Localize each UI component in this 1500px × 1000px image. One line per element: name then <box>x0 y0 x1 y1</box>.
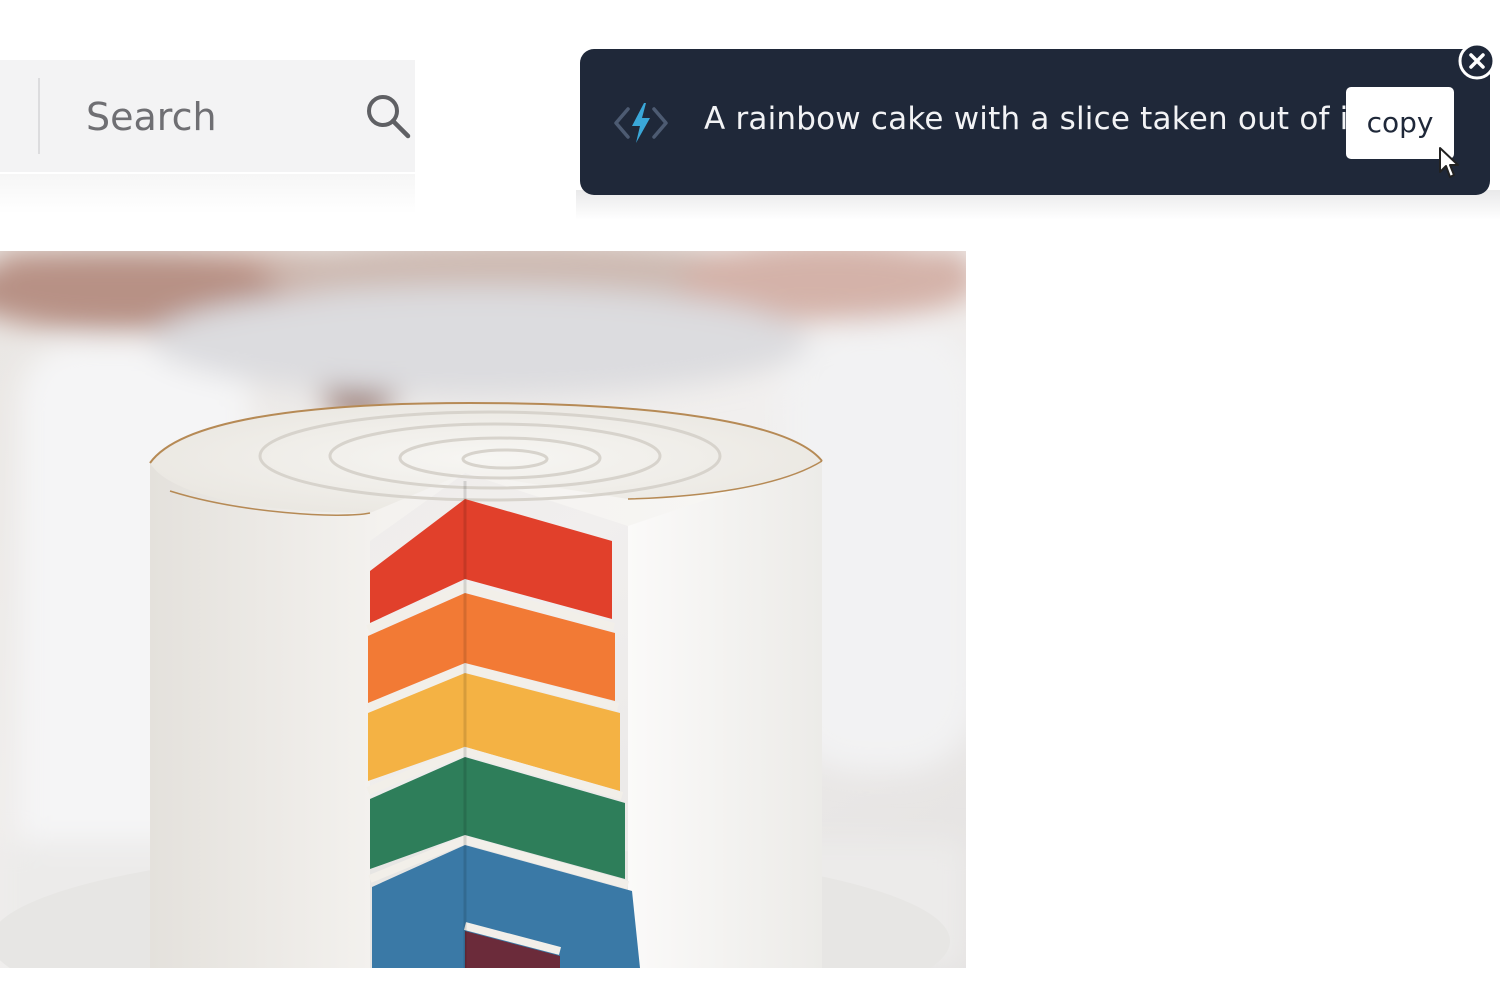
code-bolt-icon <box>614 103 668 143</box>
copy-button[interactable]: copy <box>1346 87 1454 159</box>
page: A rainbow cake with a slice taken out of… <box>0 0 1500 1000</box>
search-bar-shadow <box>0 174 415 214</box>
search-input[interactable] <box>86 90 336 144</box>
close-icon[interactable] <box>1458 42 1496 80</box>
caption-toast: A rainbow cake with a slice taken out of… <box>580 49 1490 195</box>
search-divider <box>38 78 40 154</box>
search-bar <box>0 60 415 172</box>
search-icon[interactable] <box>364 92 412 140</box>
caption-text: A rainbow cake with a slice taken out of… <box>704 101 1371 137</box>
cake-image <box>0 251 966 968</box>
